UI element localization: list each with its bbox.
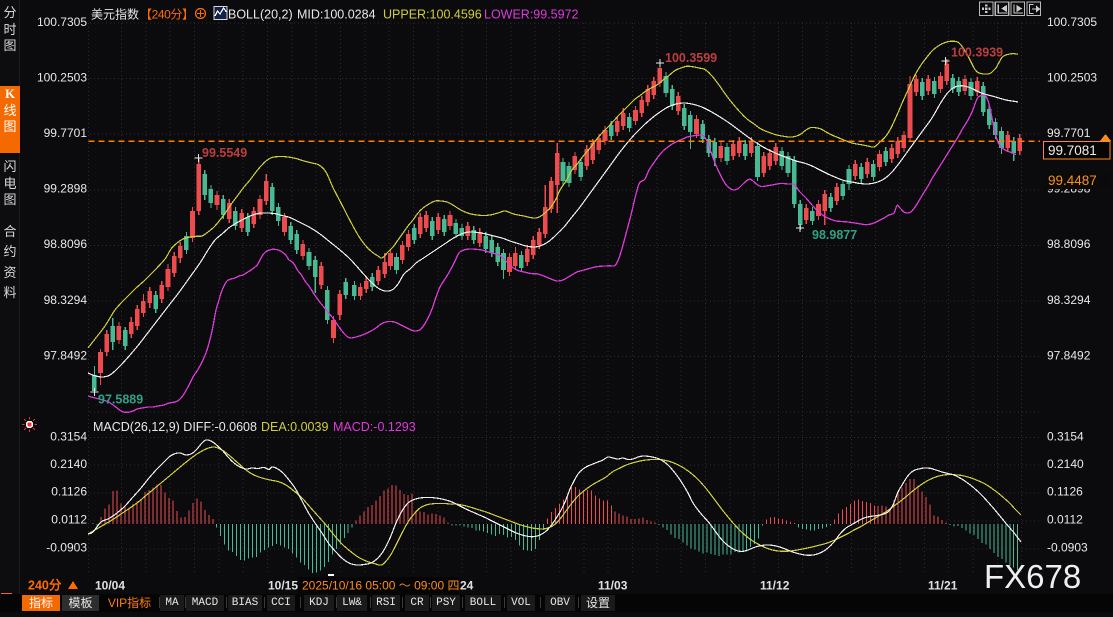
svg-text:100.7305: 100.7305: [1047, 15, 1097, 29]
svg-text:【240分】: 【240分】: [140, 8, 194, 22]
svg-text:24: 24: [460, 579, 474, 593]
svg-text:100.2503: 100.2503: [37, 70, 87, 84]
svg-text:0.2140: 0.2140: [1047, 457, 1084, 471]
svg-text:99.5549: 99.5549: [202, 146, 247, 160]
svg-text:-0.0903: -0.0903: [1047, 541, 1088, 555]
svg-text:98.9877: 98.9877: [812, 228, 857, 242]
svg-text:0.0112: 0.0112: [1047, 513, 1083, 527]
svg-text:MACD:-0.1293: MACD:-0.1293: [333, 420, 416, 434]
svg-text:100.2503: 100.2503: [1047, 70, 1097, 84]
svg-text:FX678: FX678: [984, 558, 1081, 595]
svg-text:99.2898: 99.2898: [44, 182, 88, 196]
svg-text:0.1126: 0.1126: [1047, 485, 1083, 499]
svg-text:11/03: 11/03: [598, 579, 628, 593]
svg-text:0.3154: 0.3154: [1047, 429, 1084, 443]
svg-text:98.3294: 98.3294: [1047, 293, 1091, 307]
svg-text:MACD(26,12,9) DIFF:-0.0608: MACD(26,12,9) DIFF:-0.0608: [93, 420, 257, 434]
svg-text:99.4487: 99.4487: [1048, 173, 1097, 188]
svg-text:240分: 240分: [28, 578, 62, 593]
svg-text:100.3939: 100.3939: [951, 46, 1003, 60]
svg-text:0.0112: 0.0112: [51, 513, 87, 527]
svg-text:97.8492: 97.8492: [1047, 348, 1091, 362]
svg-text:美元指数: 美元指数: [91, 7, 139, 22]
svg-text:DEA:0.0039: DEA:0.0039: [261, 420, 328, 434]
svg-text:99.7701: 99.7701: [1047, 126, 1091, 140]
svg-text:UPPER:100.4596: UPPER:100.4596: [383, 8, 482, 22]
svg-text:MID:100.0284: MID:100.0284: [297, 8, 376, 22]
svg-text:97.5889: 97.5889: [98, 393, 143, 407]
svg-text:98.3294: 98.3294: [44, 293, 88, 307]
svg-text:100.7305: 100.7305: [37, 15, 87, 29]
svg-text:10/04: 10/04: [95, 579, 125, 593]
svg-text:99.7081: 99.7081: [1048, 143, 1097, 158]
svg-text:10/15: 10/15: [268, 579, 298, 593]
svg-text:11/21: 11/21: [928, 579, 958, 593]
svg-text:11/12: 11/12: [760, 579, 790, 593]
svg-text:99.7701: 99.7701: [44, 126, 88, 140]
svg-text:98.8096: 98.8096: [44, 237, 88, 251]
svg-text:-0.0903: -0.0903: [46, 541, 87, 555]
svg-text:0.1126: 0.1126: [51, 485, 87, 499]
svg-text:0.2140: 0.2140: [50, 457, 87, 471]
svg-text:2025/10/16 05:00 ～ 09:00 四: 2025/10/16 05:00 ～ 09:00 四: [302, 579, 459, 593]
svg-text:100.3599: 100.3599: [665, 51, 717, 65]
svg-text:0.3154: 0.3154: [50, 429, 87, 443]
svg-text:97.8492: 97.8492: [44, 348, 88, 362]
svg-text:LOWER:99.5972: LOWER:99.5972: [484, 8, 579, 22]
svg-text:98.8096: 98.8096: [1047, 237, 1091, 251]
svg-text:BOLL(20,2): BOLL(20,2): [228, 8, 293, 22]
